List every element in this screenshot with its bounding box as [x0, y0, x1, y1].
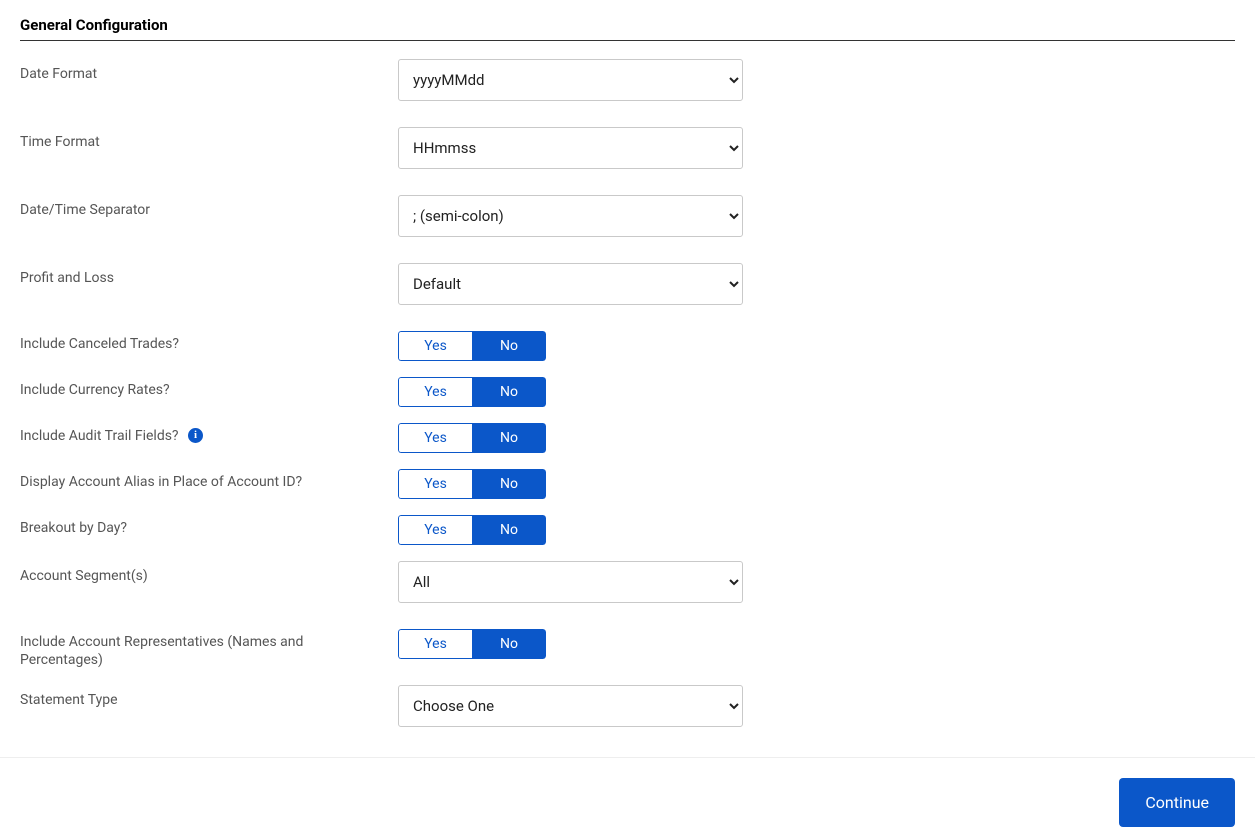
profit-loss-select[interactable]: Default [398, 263, 743, 305]
breakout-no[interactable]: No [472, 515, 546, 545]
continue-button[interactable]: Continue [1119, 778, 1235, 827]
include-reps-yes[interactable]: Yes [398, 629, 472, 659]
include-reps-no[interactable]: No [472, 629, 546, 659]
include-audit-label: Include Audit Trail Fields? i [20, 423, 398, 445]
include-currency-no[interactable]: No [472, 377, 546, 407]
breakout-yes[interactable]: Yes [398, 515, 472, 545]
breakout-toggle: Yes No [398, 515, 546, 545]
include-reps-toggle: Yes No [398, 629, 546, 659]
datetime-separator-label: Date/Time Separator [20, 195, 398, 219]
info-icon[interactable]: i [188, 428, 203, 443]
include-reps-label-text: Include Account Representatives (Names a… [20, 633, 310, 669]
time-format-label: Time Format [20, 127, 398, 151]
profit-loss-label: Profit and Loss [20, 263, 398, 287]
account-segments-label: Account Segment(s) [20, 561, 398, 585]
date-format-select[interactable]: yyyyMMdd [398, 59, 743, 101]
footer-bar: Continue [0, 757, 1255, 827]
include-audit-no[interactable]: No [472, 423, 546, 453]
section-header: General Configuration [20, 10, 1235, 41]
include-currency-yes[interactable]: Yes [398, 377, 472, 407]
include-canceled-toggle: Yes No [398, 331, 546, 361]
display-alias-no[interactable]: No [472, 469, 546, 499]
include-currency-label: Include Currency Rates? [20, 377, 398, 399]
include-audit-yes[interactable]: Yes [398, 423, 472, 453]
account-segments-select[interactable]: All [398, 561, 743, 603]
statement-type-label: Statement Type [20, 685, 398, 709]
statement-type-select[interactable]: Choose One [398, 685, 743, 727]
include-reps-label: Include Account Representatives (Names a… [20, 629, 398, 669]
include-audit-label-text: Include Audit Trail Fields? [20, 428, 179, 444]
breakout-label: Breakout by Day? [20, 515, 398, 537]
display-alias-label: Display Account Alias in Place of Accoun… [20, 469, 398, 491]
include-audit-toggle: Yes No [398, 423, 546, 453]
date-format-label: Date Format [20, 59, 398, 83]
include-currency-toggle: Yes No [398, 377, 546, 407]
include-canceled-yes[interactable]: Yes [398, 331, 472, 361]
display-alias-toggle: Yes No [398, 469, 546, 499]
include-canceled-no[interactable]: No [472, 331, 546, 361]
time-format-select[interactable]: HHmmss [398, 127, 743, 169]
include-canceled-label: Include Canceled Trades? [20, 331, 398, 353]
datetime-separator-select[interactable]: ; (semi-colon) [398, 195, 743, 237]
display-alias-yes[interactable]: Yes [398, 469, 472, 499]
